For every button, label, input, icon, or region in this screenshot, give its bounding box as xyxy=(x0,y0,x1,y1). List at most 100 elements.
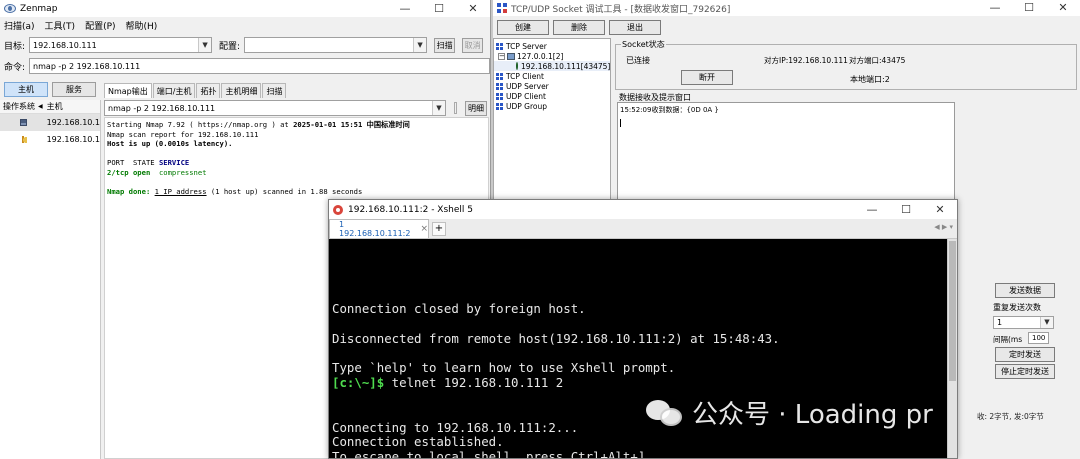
done-label: Nmap done: xyxy=(107,187,151,197)
command-field[interactable]: nmap -p 2 192.168.10.111 xyxy=(29,58,490,74)
tab-nmap-output[interactable]: Nmap输出 xyxy=(104,83,152,98)
details-button[interactable]: 明细 xyxy=(465,100,487,116)
port-header: PORT xyxy=(107,158,125,168)
stop-timed-send-button[interactable]: 停止定时发送 xyxy=(995,364,1055,379)
collapse-icon[interactable]: − xyxy=(498,52,505,60)
host-list-panel: 操作系统 ◀ 主机 192.168.10.1 192.168.10.1 xyxy=(0,100,101,459)
close-button[interactable]: ✕ xyxy=(456,1,490,17)
recv-line: 15:52:09收到数据：{0D 0A } xyxy=(620,106,719,114)
target-row: 目标: 192.168.10.111 ▼ 配置: ▼ 扫描 取消 xyxy=(0,37,484,53)
splitter-handle[interactable] xyxy=(454,102,457,114)
state-value: open xyxy=(132,167,151,177)
tree-udp-client-label: UDP Client xyxy=(506,91,546,101)
close-button[interactable]: ✕ xyxy=(1046,0,1080,16)
tree-udp-server[interactable]: UDP Server xyxy=(494,81,610,91)
interval-label: 间隔(ms xyxy=(993,335,1023,344)
term-prompt: [c:\~]$ xyxy=(332,375,385,391)
tree-client-node[interactable]: 192.168.10.111[43475] xyxy=(494,61,610,71)
tree-tcp-client[interactable]: TCP Client xyxy=(494,71,610,81)
minimize-button[interactable]: — xyxy=(855,202,889,218)
ip-count: 1 IP address xyxy=(154,187,207,197)
term-line-disconnected: Disconnected from remote host(192.168.10… xyxy=(332,330,780,346)
host-up-line: Host is up (0.0010s latency). xyxy=(107,139,233,149)
host-column-header[interactable]: 主机 xyxy=(47,101,63,112)
host-row[interactable]: 192.168.10.1 xyxy=(0,114,100,131)
command-row: 命令: nmap -p 2 192.168.10.111 xyxy=(0,58,490,74)
host-list-header: 操作系统 ◀ 主机 xyxy=(0,100,100,114)
zenmap-menubar: 扫描(a) 工具(T) 配置(P) 帮助(H) xyxy=(0,17,490,34)
xshell-title: 192.168.10.111:2 - Xshell 5 xyxy=(348,204,473,215)
tree-tcp-server[interactable]: TCP Server xyxy=(494,41,610,51)
maximize-button[interactable]: ☐ xyxy=(1012,0,1046,16)
udp-group-icon xyxy=(496,102,504,110)
term-line-established: Connection established. xyxy=(332,434,504,450)
nmap-url-link[interactable]: https://nmap.org xyxy=(198,120,267,129)
tab-topology[interactable]: 拓扑 xyxy=(196,83,221,98)
interval-field[interactable]: 100 xyxy=(1028,332,1049,344)
tree-server-node[interactable]: − 127.0.0.1[2] xyxy=(494,51,610,61)
maximize-button[interactable]: ☐ xyxy=(422,1,456,17)
host-row[interactable]: 192.168.10.1 xyxy=(0,131,100,148)
close-button[interactable]: ✕ xyxy=(923,202,957,218)
tree-udp-server-label: UDP Server xyxy=(506,81,549,91)
connection-status: 已连接 xyxy=(626,56,650,65)
chevron-down-icon[interactable]: ▼ xyxy=(432,101,445,115)
zenmap-titlebar[interactable]: Zenmap — ☐ ✕ xyxy=(0,0,490,17)
watermark: 公众号 · Loading pr xyxy=(646,394,933,431)
socket-titlebar[interactable]: TCP/UDP Socket 调试工具 - [数据收发窗口_792626] — … xyxy=(493,0,1080,16)
terminal-scrollbar[interactable] xyxy=(947,239,957,458)
session-tab[interactable]: 1 192.168.10.111:2 × xyxy=(329,219,429,238)
service-value: compressnet xyxy=(158,167,207,177)
scrollbar-thumb[interactable] xyxy=(949,241,956,381)
timed-send-button[interactable]: 定时发送 xyxy=(995,347,1055,362)
zenmap-eye-icon xyxy=(4,4,16,13)
minimize-button[interactable]: — xyxy=(978,0,1012,16)
cancel-button[interactable]: 取消 xyxy=(462,37,484,53)
new-tab-button[interactable]: + xyxy=(432,222,446,236)
minimize-button[interactable]: — xyxy=(388,1,422,17)
maximize-button[interactable]: ☐ xyxy=(889,202,923,218)
tcp-server-icon xyxy=(496,42,504,50)
tab-scans[interactable]: 扫描 xyxy=(262,83,287,98)
tree-udp-client[interactable]: UDP Client xyxy=(494,91,610,101)
xshell-titlebar[interactable]: 192.168.10.111:2 - Xshell 5 — ☐ ✕ xyxy=(329,200,957,219)
tree-udp-group[interactable]: UDP Group xyxy=(494,101,610,111)
tcp-client-icon xyxy=(496,72,504,80)
port-value: 2/tcp xyxy=(107,167,129,177)
services-view-button[interactable]: 服务 xyxy=(52,82,96,97)
scan-button[interactable]: 扫描 xyxy=(434,37,456,53)
local-port: 本地端口:2 xyxy=(850,75,890,84)
delete-button[interactable]: 删除 xyxy=(553,20,605,35)
zenmap-tabs: Nmap输出 端口/主机 拓扑 主机明细 扫描 xyxy=(104,83,287,98)
hosts-view-button[interactable]: 主机 xyxy=(4,82,48,97)
chevron-down-icon[interactable]: ▼ xyxy=(198,38,212,52)
peer-ip: 对方IP:192.168.10.111 xyxy=(764,56,848,65)
os-column-header[interactable]: 操作系统 xyxy=(3,101,35,112)
term-line-escape: To escape to local shell, press Ctrl+Alt… xyxy=(332,449,653,459)
create-button[interactable]: 创建 xyxy=(497,20,549,35)
target-combo[interactable]: 192.168.10.111 ▼ xyxy=(29,37,213,53)
disconnect-button[interactable]: 断开 xyxy=(681,70,733,85)
tab-host-details[interactable]: 主机明细 xyxy=(221,83,262,98)
tab-ports-hosts[interactable]: 端口/主机 xyxy=(152,83,196,98)
done-summary: (1 host up) scanned in 1.88 seconds xyxy=(206,187,363,197)
profile-combo[interactable]: ▼ xyxy=(244,37,428,53)
chevron-down-icon[interactable]: ▼ xyxy=(1040,317,1053,328)
menu-profile[interactable]: 配置(P) xyxy=(85,19,115,32)
send-control-panel: 发送数据 重复发送次数 1 ▼ 间隔(ms 100 定时发送 停止定时发送 xyxy=(989,280,1080,459)
output-select[interactable]: nmap -p 2 192.168.10.111 ▼ xyxy=(104,100,446,116)
output-line-1a: Starting Nmap 7.92 ( xyxy=(107,120,198,129)
menu-help[interactable]: 帮助(H) xyxy=(126,19,158,32)
menu-tools[interactable]: 工具(T) xyxy=(45,19,76,32)
send-data-button[interactable]: 发送数据 xyxy=(995,283,1055,298)
menu-scan[interactable]: 扫描(a) xyxy=(4,19,35,32)
tab-nav-arrows-icon[interactable]: ◀ ▶ ▾ xyxy=(934,223,953,231)
sort-icon: ◀ xyxy=(38,103,43,110)
exit-button[interactable]: 退出 xyxy=(609,20,661,35)
tab-close-icon[interactable]: × xyxy=(420,224,428,234)
state-header: STATE xyxy=(132,158,155,168)
zenmap-title: Zenmap xyxy=(20,3,58,14)
xshell-tabbar: 1 192.168.10.111:2 × + ◀ ▶ ▾ xyxy=(329,219,957,239)
repeat-count-select[interactable]: 1 ▼ xyxy=(993,316,1054,329)
chevron-down-icon[interactable]: ▼ xyxy=(413,38,427,52)
